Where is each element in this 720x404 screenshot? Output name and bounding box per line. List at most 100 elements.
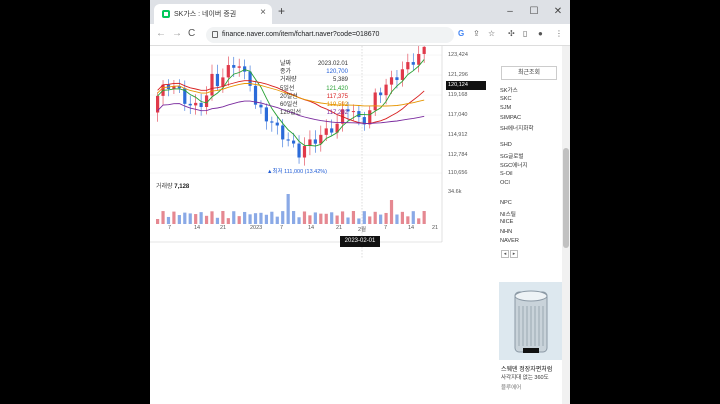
date-tick: 21 (336, 225, 343, 231)
candle-body (243, 66, 247, 72)
candle-body (313, 139, 317, 144)
volume-bar (330, 212, 334, 224)
info-row: 5일선 121,420 (280, 85, 348, 93)
candle-body (411, 62, 415, 65)
candle-body (389, 77, 394, 85)
info-label: 종가 (280, 69, 292, 76)
tab-close-icon[interactable]: × (260, 7, 266, 18)
volume-bar (177, 215, 181, 224)
volume-bar (379, 214, 383, 224)
close-window-icon[interactable]: ✕ (546, 0, 570, 24)
maximize-icon[interactable]: ☐ (522, 0, 546, 24)
volume-bar (232, 211, 236, 224)
volume-bar (406, 216, 410, 224)
minimize-icon[interactable]: – (498, 0, 522, 24)
back-button[interactable]: ← (156, 28, 166, 39)
google-icon[interactable]: G (458, 29, 464, 38)
scroll-thumb[interactable] (563, 148, 569, 248)
candle-body (368, 110, 372, 125)
candle-body (319, 134, 323, 144)
recent-stock-link[interactable]: NPC (500, 200, 512, 206)
volume-bar (248, 214, 252, 224)
recent-stock-link[interactable]: OCI (500, 180, 510, 186)
candle-body (379, 92, 383, 96)
menu-kebab-icon[interactable]: ⋮ (555, 29, 563, 38)
share-icon[interactable]: ⇪ (473, 29, 480, 38)
info-row: 종가 120,700 (280, 68, 348, 76)
volume-bar (243, 211, 247, 224)
candle-body (199, 102, 203, 107)
profile-avatar-icon[interactable]: ● (538, 29, 543, 38)
page-scrollbar[interactable] (562, 46, 570, 404)
tab-strip: SK가스 : 네이버 증권 × + – ☐ ✕ (150, 0, 570, 24)
info-label: 20일선 (280, 93, 298, 100)
volume-bar (357, 218, 361, 224)
forward-button[interactable]: → (172, 28, 182, 39)
prev-page-button[interactable]: ◂ (501, 250, 509, 258)
recent-stock-link[interactable]: S-Oil (500, 171, 512, 177)
candle-body (324, 128, 328, 135)
info-label: 날짜 (280, 61, 292, 67)
recent-stock-link[interactable]: SH에너지화학 (500, 124, 534, 132)
browser-tab[interactable]: SK가스 : 네이버 증권 × (154, 4, 272, 24)
recent-stock-link[interactable]: SK가스 (500, 86, 518, 94)
date-tick: 14 (308, 225, 315, 231)
info-label: 60일선 (280, 102, 298, 109)
volume-bar (237, 216, 241, 224)
tab-title: SK가스 : 네이버 증권 (174, 11, 237, 18)
naver-favicon-icon (162, 10, 170, 18)
volume-bar (259, 212, 263, 224)
extensions-puzzle-icon[interactable]: ✣ (508, 29, 515, 38)
volume-bar (253, 213, 258, 224)
volume-bar (221, 211, 225, 224)
recent-stock-link[interactable]: SGC에너지 (500, 161, 528, 169)
ad-title[interactable]: 스웨덴 정장자편처럼 (501, 364, 552, 373)
volume-bar (400, 211, 404, 224)
recent-stock-link[interactable]: NI스틸 (500, 210, 516, 218)
info-value: 5,389 (332, 77, 348, 84)
candle-body (406, 62, 410, 70)
recent-stock-link[interactable]: SIMPAC (500, 115, 521, 121)
address-bar[interactable]: finance.naver.com/item/fchart.naver?code… (206, 27, 454, 43)
volume-bar (324, 213, 328, 224)
recent-stock-link[interactable]: SJM (500, 105, 511, 111)
next-page-button[interactable]: ▸ (510, 250, 518, 258)
candle-body (210, 73, 214, 96)
recent-stock-link[interactable]: NAVER (500, 238, 519, 244)
info-value: 117,292 (326, 110, 348, 117)
volume-value: 7,128 (174, 184, 190, 190)
volume-bar (226, 218, 230, 224)
date-tick: 14 (408, 225, 415, 231)
sidebar-panel-icon[interactable]: ▯ (523, 29, 527, 38)
candle-body (215, 73, 220, 87)
candle-body (286, 139, 290, 141)
volume-bar (384, 212, 388, 224)
volume-bar (422, 211, 426, 224)
reload-button[interactable]: C (188, 28, 195, 39)
volume-bar (188, 213, 192, 224)
info-row: 20일선 117,375 (280, 93, 348, 101)
window-controls: – ☐ ✕ (498, 0, 570, 24)
date-tick: 21 (432, 225, 439, 231)
ad-image[interactable] (499, 282, 563, 360)
volume-bar (161, 211, 165, 224)
candle-body (384, 84, 388, 96)
recent-stock-link[interactable]: SHD (500, 142, 512, 148)
recent-views-tab[interactable]: 최근조회 (501, 66, 557, 80)
candle-body (194, 102, 198, 106)
candle-body (275, 122, 279, 126)
recent-stock-link[interactable]: SG글로벌 (500, 152, 524, 160)
recent-stock-link[interactable]: SKC (500, 96, 512, 102)
volume-bar (281, 211, 285, 224)
candle-body (292, 140, 296, 144)
browser-window: SK가스 : 네이버 증권 × + – ☐ ✕ ← → C finance.na… (150, 0, 570, 404)
recent-stock-link[interactable]: NICE (500, 219, 513, 225)
info-label: 5일선 (280, 85, 295, 92)
low-price-label: ▲최저 111,000 (13.42%) (267, 169, 328, 175)
volume-bar (362, 211, 366, 224)
volume-bar (264, 214, 268, 224)
bookmark-star-icon[interactable]: ☆ (488, 29, 495, 38)
recent-stock-link[interactable]: NHN (500, 229, 512, 235)
candle-body (232, 65, 236, 68)
new-tab-button[interactable]: + (278, 4, 285, 18)
